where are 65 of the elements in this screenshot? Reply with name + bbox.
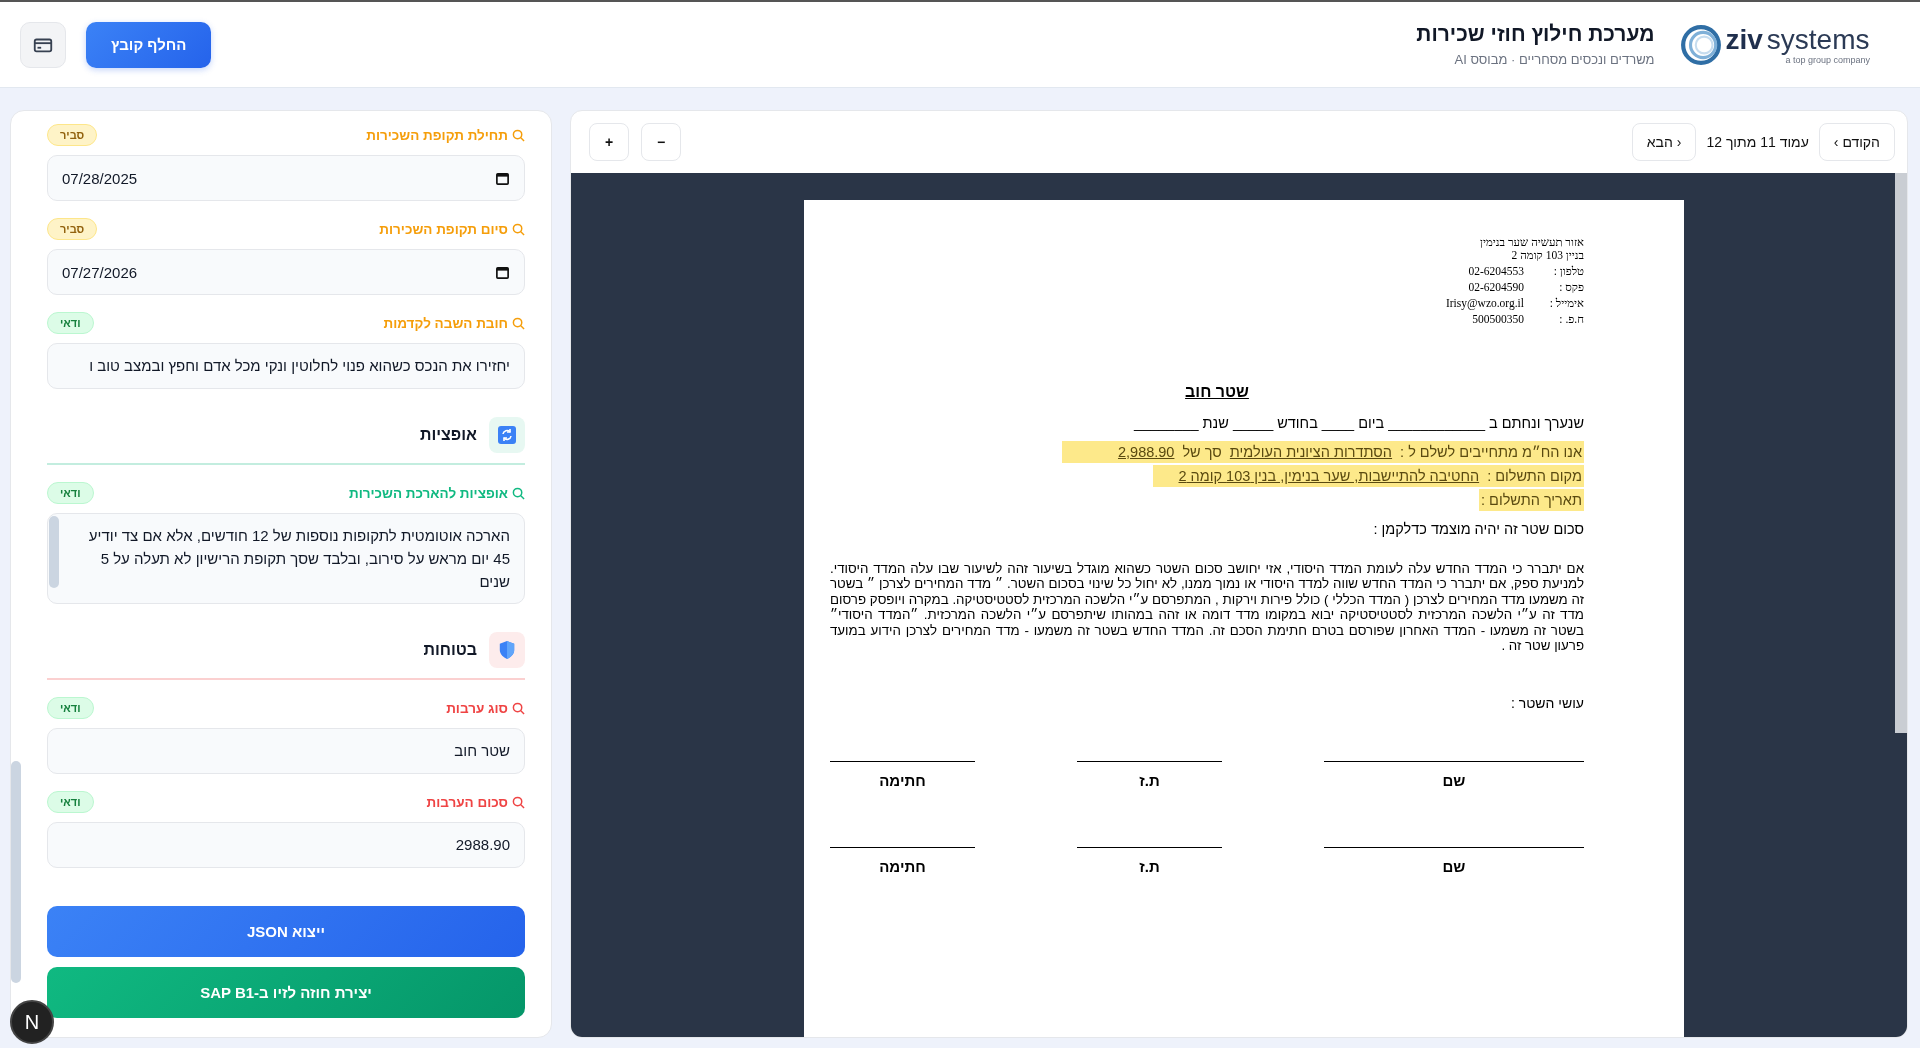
- search-icon: [512, 222, 525, 236]
- card-button[interactable]: [20, 21, 66, 68]
- section-title: אופציות: [419, 426, 477, 444]
- app-subtitle: משרדים ונכסים מסחריים · מבוסס AI: [1453, 52, 1655, 67]
- contact-label: ח.פ. :: [1558, 313, 1584, 325]
- date-field[interactable]: 07/28/2025: [47, 155, 525, 201]
- signature-field: חתימה: [879, 858, 926, 876]
- zoom-out-button[interactable]: −: [641, 123, 681, 161]
- contact-value: 02-6204553: [1468, 265, 1524, 277]
- shield-icon: [498, 640, 516, 660]
- refresh-icon: [497, 425, 517, 445]
- search-icon: [512, 128, 525, 142]
- confidence-badge: ודאי: [47, 312, 94, 334]
- linkage-line: סכום שטר זה יהיה מוצמד כדלקמן :: [1372, 521, 1584, 537]
- confidence-badge: ודאי: [47, 791, 94, 813]
- logo-rings-icon: [1680, 23, 1723, 66]
- field-label: אופציות להארכת השכירות: [348, 485, 525, 501]
- address-line: בניין 103 קומה 2: [1511, 249, 1584, 261]
- address-line: אזור תעשיה שער בנימין: [1480, 236, 1584, 248]
- makers-label: עושי השטר :: [1509, 695, 1584, 712]
- scrollbar: [49, 516, 59, 588]
- signature-field: שם: [1442, 772, 1466, 790]
- text-area[interactable]: הארכה אוטומטית לתקופות נוספות של 12 חודשים, אלא אם צד יודיע 45 יום מראש על סירוב, ובלבד שסך תקופת הרישיון לא תעלה על 5 שנים: [47, 513, 525, 604]
- field-label: חובת השבה לקדמות: [383, 315, 525, 331]
- text-field[interactable]: 2988.90: [47, 822, 525, 868]
- previous-page-button[interactable]: ‹ הקודם: [1818, 123, 1895, 161]
- confidence-badge: ודאי: [47, 697, 94, 719]
- signature-field: ת.ז: [1139, 772, 1160, 790]
- confidence-badge: סביר: [47, 218, 98, 240]
- confidence-badge: ודאי: [47, 482, 94, 504]
- contact-value: 500500350: [1472, 313, 1524, 325]
- logo-wordmark: zivsystems: [1725, 23, 1870, 55]
- next-page-button[interactable]: הבא ›: [1631, 123, 1697, 161]
- calendar-icon: [495, 264, 510, 280]
- field-label: סיום תקופת השכירות: [379, 221, 525, 237]
- field-label: סוג ערבות: [446, 700, 525, 716]
- signature-field: חתימה: [879, 772, 926, 790]
- zoom-in-button[interactable]: +: [589, 123, 629, 161]
- contact-value: Irisy@wzo.org.il: [1445, 297, 1524, 309]
- logo-tagline: a top group company: [1785, 54, 1870, 65]
- search-icon: [512, 701, 525, 715]
- signature-field: ת.ז: [1139, 858, 1160, 876]
- confidence-badge: סביר: [47, 124, 98, 146]
- text-field[interactable]: שטר חוב: [47, 728, 525, 774]
- page-indicator: עמוד 11 מתוך 12: [1706, 134, 1809, 150]
- app-title: מערכת חילוץ חוזי שכירות: [1416, 22, 1655, 46]
- document-title: שטר חוב: [1185, 383, 1249, 400]
- search-icon: [512, 795, 525, 809]
- contact-value: 02-6204590: [1468, 281, 1524, 293]
- signature-field: שם: [1442, 858, 1466, 876]
- field-label: סכום הערבות: [426, 794, 525, 810]
- search-icon: [512, 316, 525, 330]
- text-field[interactable]: יחזירו את הנכס כשהוא פנוי לחלוטין ונקי מכל אדם וחפץ ובמצב טוב ו: [47, 343, 525, 389]
- contact-label: פקס :: [1558, 281, 1584, 293]
- search-icon: [512, 486, 525, 500]
- section-title: בטוחות: [423, 641, 477, 659]
- contact-label: אימייל :: [1548, 297, 1584, 309]
- calendar-icon: [495, 170, 510, 186]
- replace-file-button[interactable]: החלף קובץ: [86, 21, 212, 68]
- index-paragraph: אם יתברר כי המדד החדש עלה לעומת המדד היסודי, אזי יחושב סכום השטר כשהוא מוגדל בשיעור זהה לשיעור שבו עלה המדד היסודי. למניעת ספק, אם יתברר כי המדד החדש שווה למדד היסודי או נמוך ממנו, לא יחול כל שינוי בסכום השטר. ״ מדד המחירים לצרכן ״ בשטר זה משמעו מדד המחירים לצרכן ( המדד הכללי ) כולל פירות וירקות , המתפרסם ע״י הלשכה המרכזית לסטטיסטיקה. במקרה ויופסק פרסום מדד זה ע״י הלשכה המרכזית לסטטיסטיקה יבוא במקומו מדד דומה או זהה במהותו שיתפרסם ע״י הלשכה המרכזית. ״המדד היסודי״ בשטר זה משמעו - המדד האחרון שפורסם בטרם חתימת הסכם זה. המדד החדש בשטר זה משמעו - מדד המחירים לצרכן הידוע במועד פרעון שטר זה .: [830, 561, 1584, 654]
- date-field[interactable]: 07/27/2026: [47, 249, 525, 295]
- field-label: תחילת תקופת השכירות: [366, 127, 525, 143]
- export-json-button[interactable]: ייצוא JSON: [47, 906, 525, 957]
- signed-line: שנערך ונחתם ב ____________ ביום ____ בחודש _____ שנת ________: [1132, 415, 1584, 431]
- contact-label: טלפון :: [1552, 265, 1584, 277]
